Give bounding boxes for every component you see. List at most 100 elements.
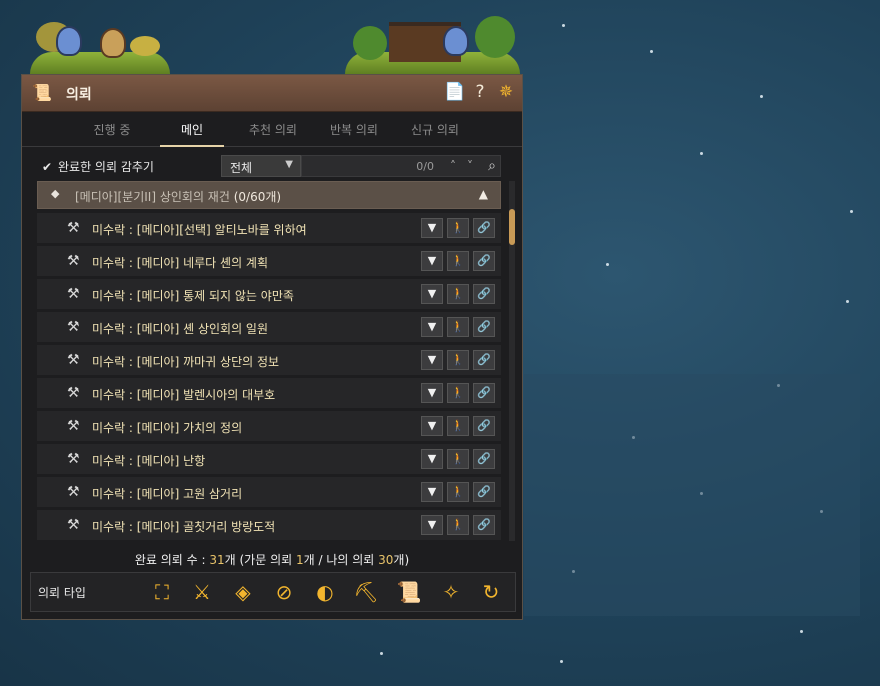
list-item[interactable]: ⚒ 미수락 : [메디아] 골칫거리 방랑도적 ▼ 🚶 🔗: [37, 510, 501, 541]
navigate-button[interactable]: 🚶: [447, 284, 469, 304]
tab-repeat[interactable]: 반복 의뢰: [314, 121, 394, 138]
list-scrollbar[interactable]: [509, 181, 515, 541]
link-button[interactable]: 🔗: [473, 449, 495, 469]
tab-recommended[interactable]: 추천 의뢰: [233, 121, 313, 138]
combat-quest-icon: ⚒: [67, 385, 80, 401]
completed-summary: 완료 의뢰 수 : 31개 (가문 의뢰 1개 / 나의 의뢰 30개): [134, 553, 410, 567]
tab-main[interactable]: 메인: [152, 121, 232, 147]
search-input[interactable]: 0/0 ˄ ˅ ⌕: [301, 155, 501, 177]
chevron-down-icon: ▼: [285, 159, 293, 170]
expand-button[interactable]: ▼: [421, 482, 443, 502]
link-button[interactable]: 🔗: [473, 350, 495, 370]
expand-button[interactable]: ▼: [421, 251, 443, 271]
navigate-button[interactable]: 🚶: [447, 449, 469, 469]
link-button[interactable]: 🔗: [473, 251, 495, 271]
checkmark-icon: ✔: [41, 160, 53, 174]
diamond-icon: ◆: [51, 187, 60, 200]
search-result-count: 0/0: [416, 160, 434, 173]
link-button[interactable]: 🔗: [473, 284, 495, 304]
quest-group-header[interactable]: ◆ [메디아][분기II] 상인회의 재건 (0/60개) ▲: [37, 181, 501, 209]
list-item[interactable]: ⚒ 미수락 : [메디아] 난항 ▼ 🚶 🔗: [37, 444, 501, 475]
combat-quest-icon: ⚒: [67, 418, 80, 434]
navigate-button[interactable]: 🚶: [447, 251, 469, 271]
navigate-button[interactable]: 🚶: [447, 383, 469, 403]
expand-button[interactable]: ▼: [421, 416, 443, 436]
link-button[interactable]: 🔗: [473, 218, 495, 238]
star: [560, 660, 563, 663]
trade-icon[interactable]: ◐: [312, 579, 338, 605]
list-item[interactable]: ⚒ 미수락 : [메디아] 셴 상인회의 일원 ▼ 🚶 🔗: [37, 312, 501, 343]
star: [846, 300, 849, 303]
tab-new[interactable]: 신규 의뢰: [395, 121, 475, 138]
navigate-button[interactable]: 🚶: [447, 515, 469, 535]
category-select[interactable]: 전체 ▼: [221, 155, 301, 177]
link-button[interactable]: 🔗: [473, 317, 495, 337]
star: [650, 50, 653, 53]
list-item[interactable]: ⚒ 미수락 : [메디아] 까마귀 상단의 정보 ▼ 🚶 🔗: [37, 345, 501, 376]
link-button[interactable]: 🔗: [473, 482, 495, 502]
expand-button[interactable]: ▼: [421, 449, 443, 469]
navigate-button[interactable]: 🚶: [447, 350, 469, 370]
repeat-icon[interactable]: ↻: [478, 579, 504, 605]
list-item[interactable]: ⚒ 미수락 : [메디아] 발렌시아의 대부호 ▼ 🚶 🔗: [37, 378, 501, 409]
tab-bar: 진행 중 메인 추천 의뢰 반복 의뢰 신규 의뢰: [22, 112, 522, 147]
star: [760, 95, 763, 98]
star: [850, 210, 853, 213]
combat-quest-icon: ⚒: [67, 451, 80, 467]
help-button[interactable]: ?: [470, 82, 490, 102]
expand-button[interactable]: ▼: [421, 515, 443, 535]
knowledge-icon[interactable]: 📜: [396, 579, 422, 605]
combat-quest-icon: ⚒: [67, 352, 80, 368]
all-types-icon[interactable]: ⛶: [149, 579, 175, 605]
navigate-button[interactable]: 🚶: [447, 317, 469, 337]
expand-button[interactable]: ▼: [421, 218, 443, 238]
list-item[interactable]: ⚒ 미수락 : [메디아] 네루다 셴의 계획 ▼ 🚶 🔗: [37, 246, 501, 277]
quest-list: ⚒ 미수락 : [메디아][선택] 알티노바를 위하여 ▼ 🚶 🔗 ⚒ 미수락 : [메디…: [37, 213, 503, 543]
star: [562, 24, 565, 27]
link-button[interactable]: 🔗: [473, 515, 495, 535]
quest-window: 📜 의뢰 📄 ? ✵ 진행 중 메인 추천 의뢰 반복 의뢰 신규 의뢰 ✔ 완료…: [21, 74, 523, 620]
combat-quest-icon: ⚒: [67, 484, 80, 500]
combat-quest-icon: ⚒: [67, 220, 80, 236]
life-icon[interactable]: ◈: [230, 579, 256, 605]
group-title: [메디아][분기II] 상인회의 재건: [75, 190, 230, 204]
fishing-icon[interactable]: ⊘: [271, 579, 297, 605]
expand-button[interactable]: ▼: [421, 284, 443, 304]
search-icon[interactable]: ⌕: [488, 158, 496, 174]
document-icon[interactable]: 📄: [444, 82, 465, 102]
background-panel: [524, 374, 860, 616]
star: [700, 152, 703, 155]
star: [380, 652, 383, 655]
navigate-button[interactable]: 🚶: [447, 416, 469, 436]
star: [606, 263, 609, 266]
scrollbar-thumb[interactable]: [509, 209, 515, 245]
adventure-icon[interactable]: ✧: [438, 579, 464, 605]
next-result-icon[interactable]: ˅: [467, 159, 473, 173]
expand-button[interactable]: ▼: [421, 317, 443, 337]
list-item[interactable]: ⚒ 미수락 : [메디아] 가치의 정의 ▼ 🚶 🔗: [37, 411, 501, 442]
title-bar[interactable]: 📜 의뢰 📄 ? ✵: [22, 75, 522, 112]
navigate-button[interactable]: 🚶: [447, 482, 469, 502]
link-button[interactable]: 🔗: [473, 383, 495, 403]
gathering-icon[interactable]: ⛏: [353, 579, 379, 605]
scroll-quest-icon: 📜: [32, 83, 52, 102]
tab-in-progress[interactable]: 진행 중: [72, 121, 152, 138]
settings-icon[interactable]: ✵: [496, 82, 516, 102]
star: [800, 630, 803, 633]
header-decoration-right: [345, 12, 520, 74]
combat-icon[interactable]: ⚔: [189, 579, 215, 605]
filter-bar: ✔ 완료한 의뢰 감추기 전체 ▼ 0/0 ˄ ˅ ⌕: [36, 155, 506, 179]
expand-button[interactable]: ▼: [421, 383, 443, 403]
window-title: 의뢰: [66, 87, 92, 103]
list-item[interactable]: ⚒ 미수락 : [메디아][선택] 알티노바를 위하여 ▼ 🚶 🔗: [37, 213, 501, 244]
list-item[interactable]: ⚒ 미수락 : [메디아] 통제 되지 않는 야만족 ▼ 🚶 🔗: [37, 279, 501, 310]
list-item[interactable]: ⚒ 미수락 : [메디아] 고원 삼거리 ▼ 🚶 🔗: [37, 477, 501, 508]
hide-completed-checkbox[interactable]: ✔ 완료한 의뢰 감추기: [41, 158, 154, 175]
navigate-button[interactable]: 🚶: [447, 218, 469, 238]
link-button[interactable]: 🔗: [473, 416, 495, 436]
quest-type-bar: 의뢰 타입 ⛶ ⚔ ◈ ⊘ ◐ ⛏ 📜 ✧ ↻: [30, 572, 516, 612]
collapse-icon[interactable]: ▲: [479, 187, 488, 201]
prev-result-icon[interactable]: ˄: [450, 159, 456, 173]
combat-quest-icon: ⚒: [67, 286, 80, 302]
expand-button[interactable]: ▼: [421, 350, 443, 370]
